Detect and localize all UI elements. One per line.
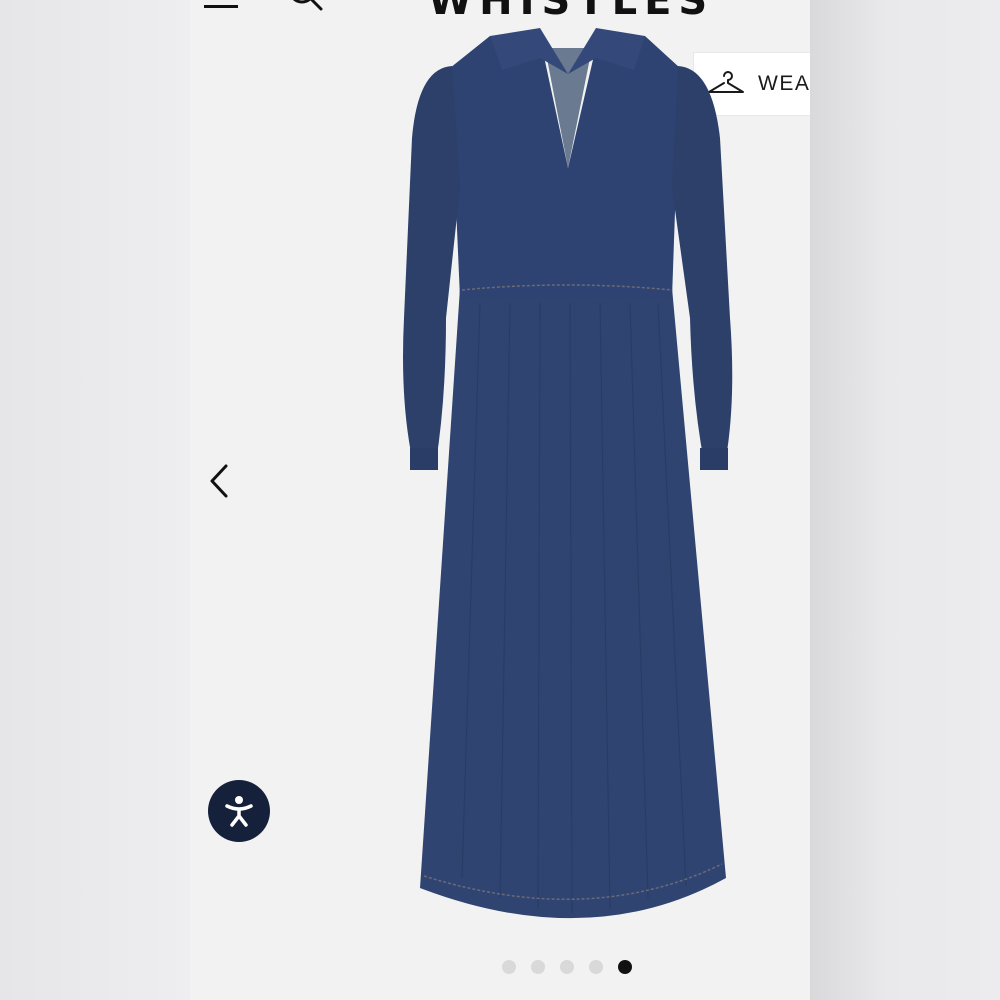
product-page: WHISTLES WEAI [190,0,810,1000]
menu-icon[interactable] [204,0,240,16]
pagination-dot-3[interactable] [560,960,574,974]
menu-icon-bar [204,5,238,8]
pagination-dot-4[interactable] [589,960,603,974]
product-image[interactable] [390,18,750,948]
pagination-dot-5[interactable] [618,960,632,974]
chevron-left-icon[interactable] [204,460,234,502]
right-backdrop [810,0,1000,1000]
gallery-pagination [502,960,632,976]
left-backdrop [0,0,190,1000]
pagination-dot-1[interactable] [502,960,516,974]
pagination-dot-2[interactable] [531,960,545,974]
search-icon[interactable] [286,0,326,20]
accessibility-button[interactable] [208,780,270,842]
accessibility-icon [225,796,253,827]
wear-it-with-label: WEAI [758,72,810,95]
site-header: WHISTLES [190,0,810,24]
